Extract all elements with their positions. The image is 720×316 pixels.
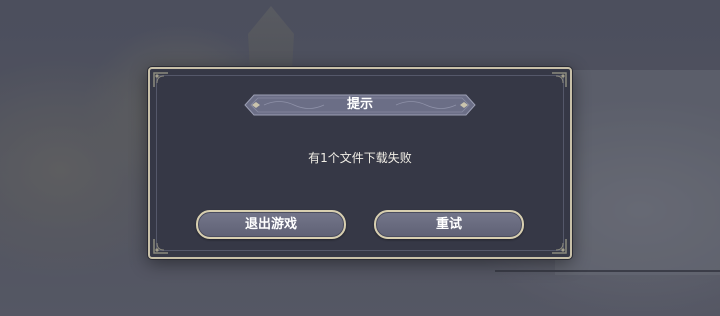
dialog-message: 有1个文件下载失败 — [308, 151, 412, 165]
corner-ornament-icon — [152, 237, 170, 255]
alert-dialog: 提示 有1个文件下载失败 退出游戏 重试 — [148, 67, 572, 259]
title-banner: 提示 — [244, 94, 476, 116]
exit-game-button[interactable]: 退出游戏 — [196, 210, 346, 239]
corner-ornament-icon — [152, 71, 170, 89]
corner-ornament-icon — [550, 71, 568, 89]
dialog-title: 提示 — [346, 97, 373, 112]
retry-button[interactable]: 重试 — [374, 210, 524, 239]
corner-ornament-icon — [550, 237, 568, 255]
